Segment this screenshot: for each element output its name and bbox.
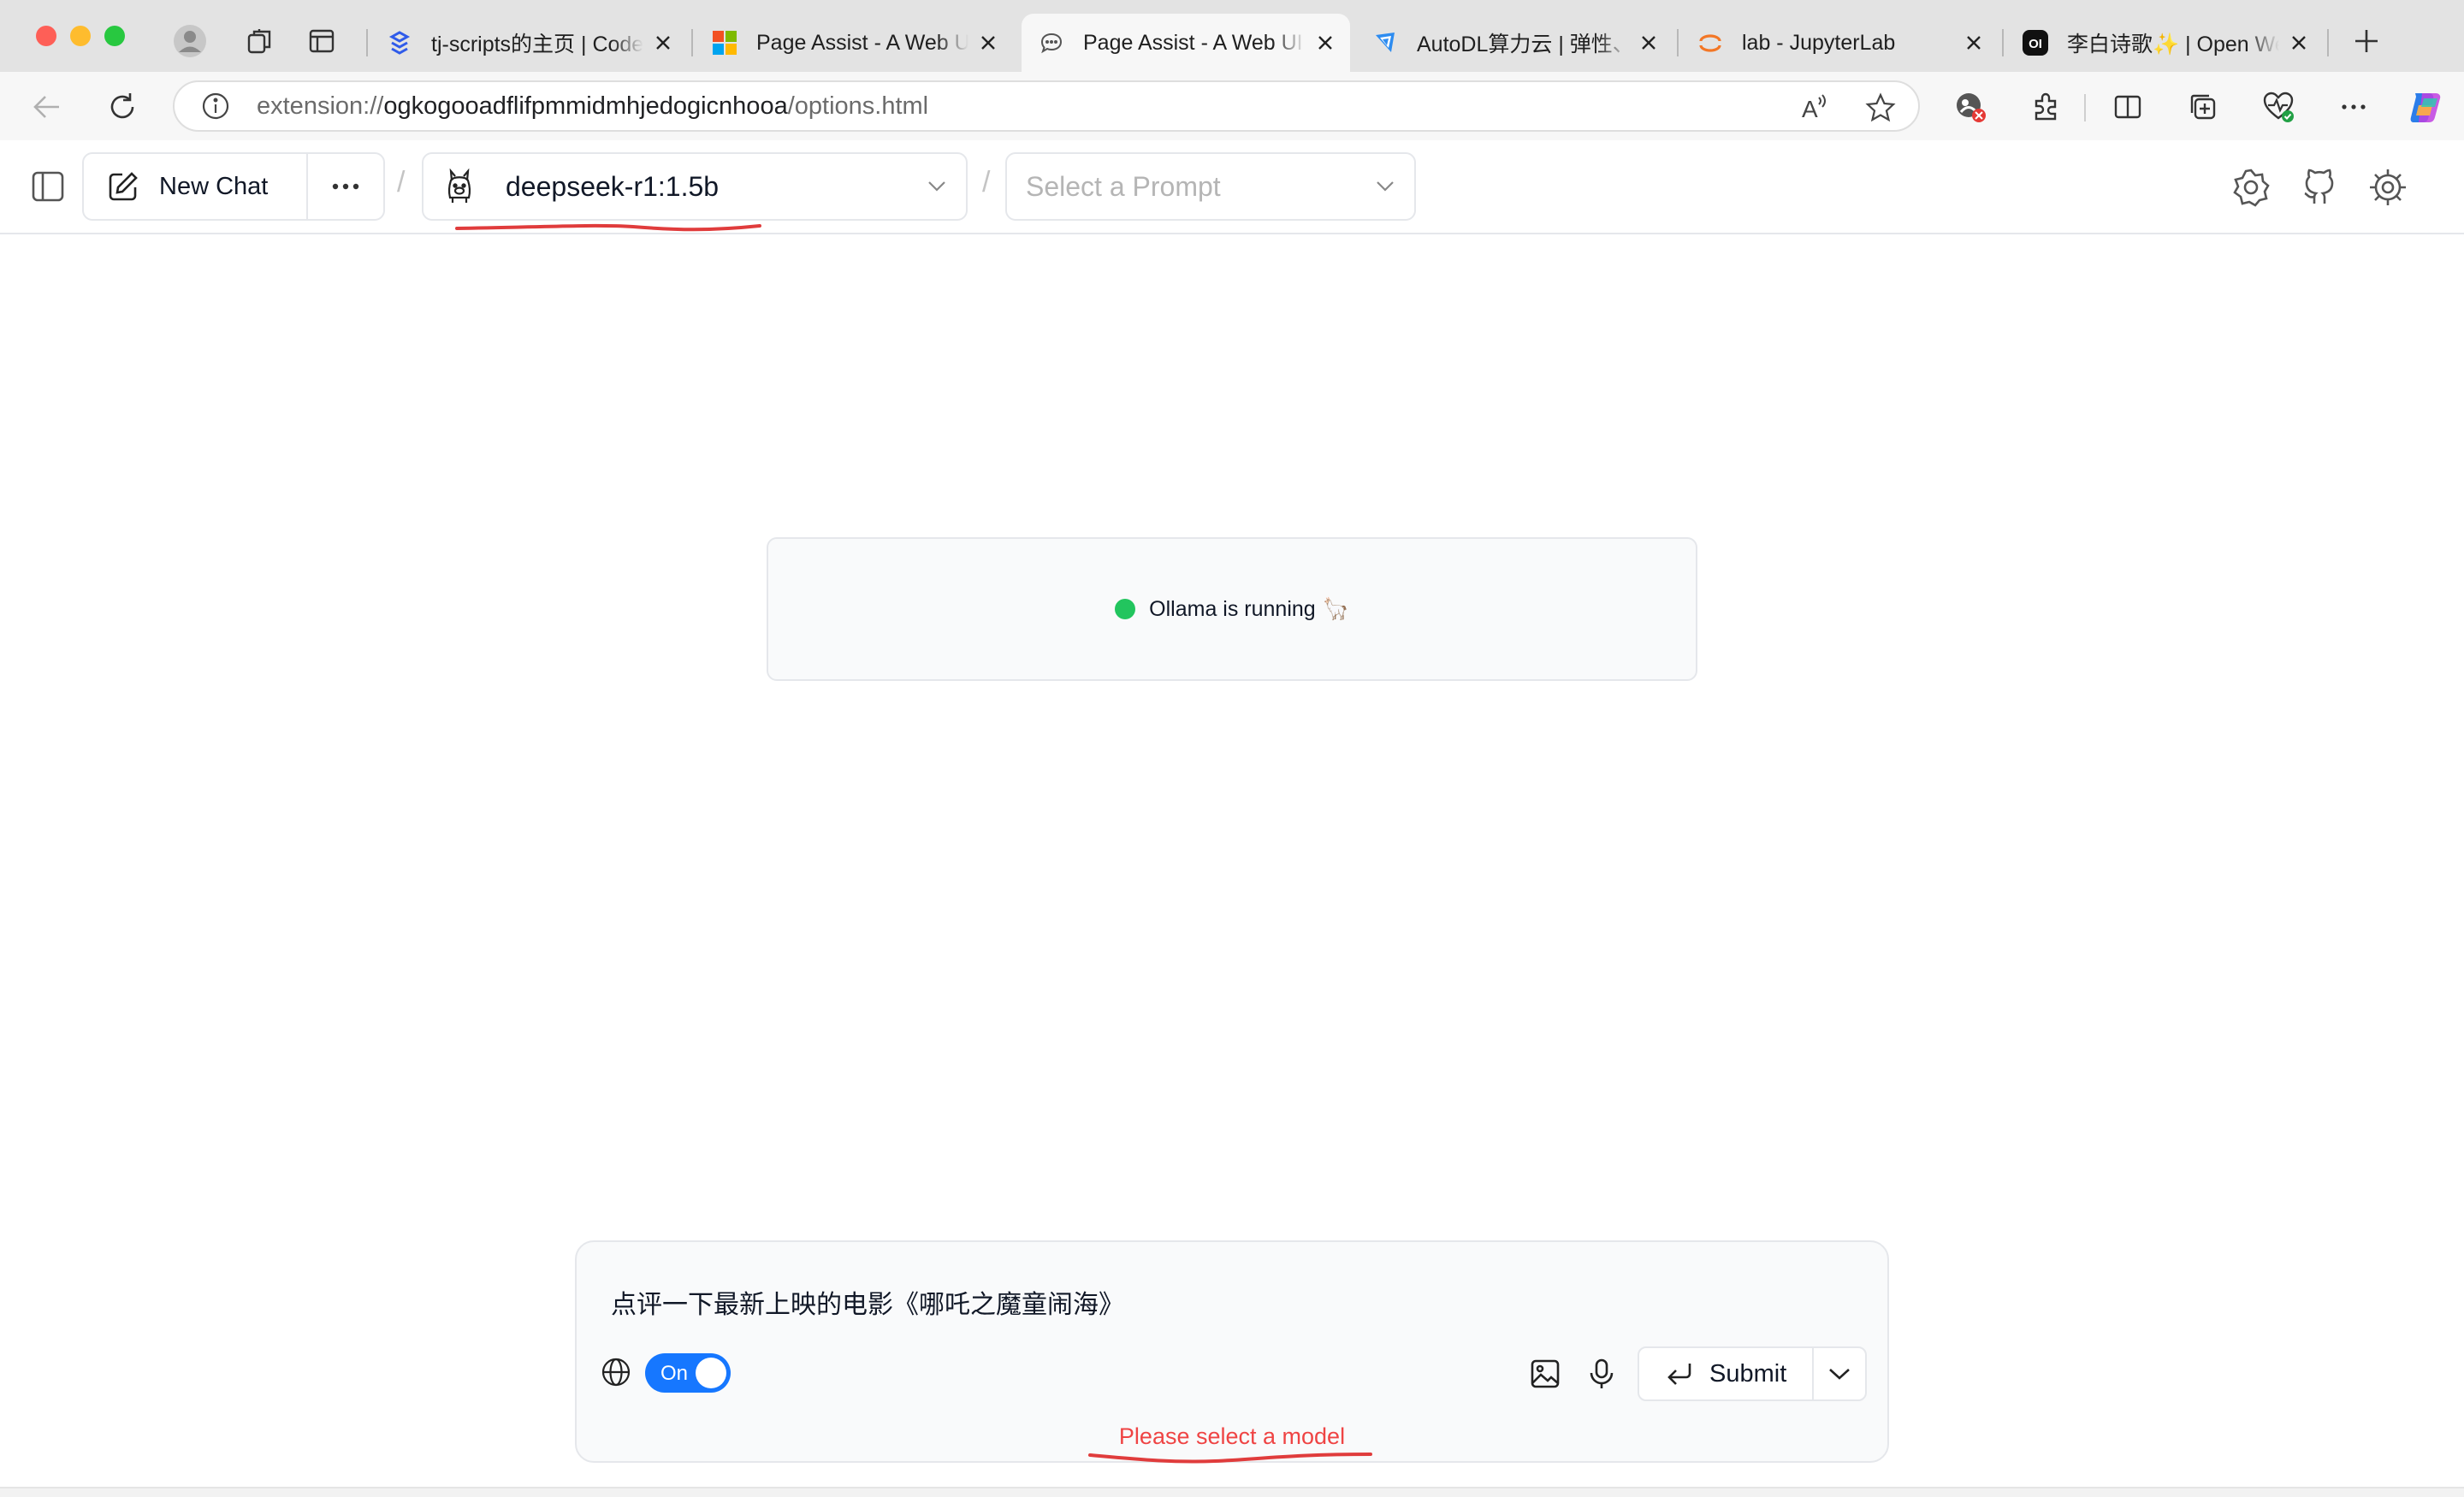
submit-button[interactable]: Submit <box>1639 1348 1814 1399</box>
tab-autodl[interactable]: AutoDL算力云 | 弹性、好用 <box>1355 14 1673 72</box>
tab-jupyterlab[interactable]: lab - JupyterLab <box>1680 14 1999 72</box>
autodl-logo-icon <box>1372 30 1398 56</box>
new-tab-button[interactable] <box>2349 24 2384 58</box>
model-select[interactable]: deepseek-r1:1.5b <box>422 152 968 221</box>
collections-icon[interactable] <box>2183 87 2223 127</box>
close-icon[interactable] <box>1638 32 1660 54</box>
prompt-select-placeholder: Select a Prompt <box>1026 170 1221 202</box>
toggle-label: On <box>660 1362 689 1385</box>
status-text: Ollama is running <box>1149 596 1316 621</box>
tab-page-assist-2[interactable]: Page Assist - A Web UI <box>1022 14 1350 72</box>
ellipsis-icon <box>332 183 359 190</box>
header-separator: / <box>397 166 406 198</box>
more-actions-button[interactable] <box>308 154 383 219</box>
openai-settings-icon[interactable] <box>2228 164 2274 210</box>
microsoft-logo-icon <box>712 30 737 56</box>
profile-avatar-icon[interactable] <box>173 24 207 58</box>
more-options-icon[interactable] <box>2334 87 2373 127</box>
close-icon[interactable] <box>1963 32 1985 54</box>
back-button[interactable] <box>27 87 67 127</box>
window-bottom-edge <box>0 1487 2464 1497</box>
github-icon[interactable] <box>2296 164 2343 210</box>
submit-options-button[interactable] <box>1814 1348 1865 1399</box>
llama-emoji-icon: 🦙 <box>1322 596 1349 621</box>
header-separator: / <box>982 166 991 198</box>
extension-blocked-icon[interactable] <box>1951 87 1990 127</box>
sidebar-toggle-icon[interactable] <box>27 166 68 207</box>
ollama-llama-icon <box>442 168 477 205</box>
tab-open-webui[interactable]: OI 李白诗歌✨ | Open WebUI <box>2005 14 2324 72</box>
read-aloud-icon[interactable]: A <box>1797 91 1831 125</box>
browser-tab-strip: tj-scripts的主页 | CodeWiki Page Assist - A… <box>0 0 2464 72</box>
tab-label: Page Assist - A Web UI <box>1083 30 1303 55</box>
url-text: extension://ogkogooadflifpmmidmhjedogicn… <box>257 92 928 121</box>
svg-text:A: A <box>1802 96 1818 122</box>
message-input[interactable]: 点评一下最新上映的电影《哪吒之魔童闹海》 <box>611 1283 1124 1321</box>
reload-button[interactable] <box>103 87 142 127</box>
chevron-down-icon <box>1829 1369 1850 1380</box>
extensions-puzzle-icon[interactable] <box>2026 87 2065 127</box>
tab-label: tj-scripts的主页 | CodeWiki <box>431 33 643 56</box>
chevron-down-icon <box>925 175 949 198</box>
tj-scripts-logo-icon <box>387 30 412 56</box>
message-composer: 点评一下最新上映的电影《哪吒之魔童闹海》 On Submit Please se… <box>575 1240 1889 1463</box>
tab-label: 李白诗歌✨ | Open WebUI <box>2067 33 2279 56</box>
address-bar[interactable]: extension://ogkogooadflifpmmidmhjedogicn… <box>173 80 1920 132</box>
favorite-star-icon[interactable] <box>1863 91 1898 125</box>
site-info-icon[interactable] <box>200 91 231 121</box>
tab-label: lab - JupyterLab <box>1742 30 1896 55</box>
window-maximize-button[interactable] <box>104 26 125 46</box>
tab-label: AutoDL算力云 | 弹性、好用 <box>1417 33 1629 56</box>
url-path: /options.html <box>787 92 929 120</box>
microphone-icon[interactable] <box>1583 1355 1620 1393</box>
submit-group: Submit <box>1638 1346 1867 1401</box>
close-icon[interactable] <box>652 32 674 54</box>
chevron-down-icon <box>1373 175 1397 198</box>
copilot-icon[interactable] <box>2406 87 2445 127</box>
tab-page-assist-1[interactable]: Page Assist - A Web UI <box>695 14 1013 72</box>
close-icon[interactable] <box>977 32 999 54</box>
globe-icon <box>599 1355 633 1389</box>
submit-label: Submit <box>1709 1359 1787 1388</box>
openwebui-logo-icon: OI <box>2023 30 2048 56</box>
jupyter-logo-icon <box>1697 30 1723 56</box>
browser-toolbar: extension://ogkogooadflifpmmidmhjedogicn… <box>0 72 2464 140</box>
web-search-toggle[interactable]: On <box>645 1353 731 1393</box>
window-minimize-button[interactable] <box>70 26 91 46</box>
close-icon[interactable] <box>2288 32 2310 54</box>
window-close-button[interactable] <box>36 26 56 46</box>
validation-error-message: Please select a model <box>1118 1423 1346 1449</box>
app-header: New Chat / deepseek-r1:1.5b / Select a P… <box>0 140 2464 234</box>
edit-pencil-icon <box>106 169 140 204</box>
workspaces-icon[interactable] <box>243 24 277 58</box>
model-select-value: deepseek-r1:1.5b <box>506 170 720 202</box>
svg-text:OI: OI <box>2029 37 2042 51</box>
settings-gear-icon[interactable] <box>2365 164 2411 210</box>
tab-label: Page Assist - A Web UI <box>756 30 968 55</box>
tab-tj-scripts[interactable]: tj-scripts的主页 | CodeWiki <box>370 14 688 72</box>
ollama-status-card: Ollama is running 🦙 <box>767 537 1697 681</box>
new-chat-button[interactable]: New Chat <box>84 154 308 219</box>
split-screen-icon[interactable] <box>2108 87 2147 127</box>
vertical-tabs-icon[interactable] <box>305 24 339 58</box>
browser-essentials-icon[interactable] <box>2259 87 2298 127</box>
enter-return-icon <box>1665 1359 1694 1388</box>
prompt-select[interactable]: Select a Prompt <box>1005 152 1416 221</box>
chat-bubble-icon <box>1039 30 1064 56</box>
image-upload-icon[interactable] <box>1526 1355 1564 1393</box>
url-scheme: extension:// <box>257 92 384 120</box>
toggle-knob <box>696 1358 726 1388</box>
status-indicator-dot <box>1115 599 1136 619</box>
new-chat-label: New Chat <box>159 172 269 200</box>
url-host: ogkogooadflifpmmidmhjedogicnhooa <box>383 92 788 120</box>
chat-controls: New Chat <box>82 152 385 221</box>
close-icon[interactable] <box>1314 32 1336 54</box>
